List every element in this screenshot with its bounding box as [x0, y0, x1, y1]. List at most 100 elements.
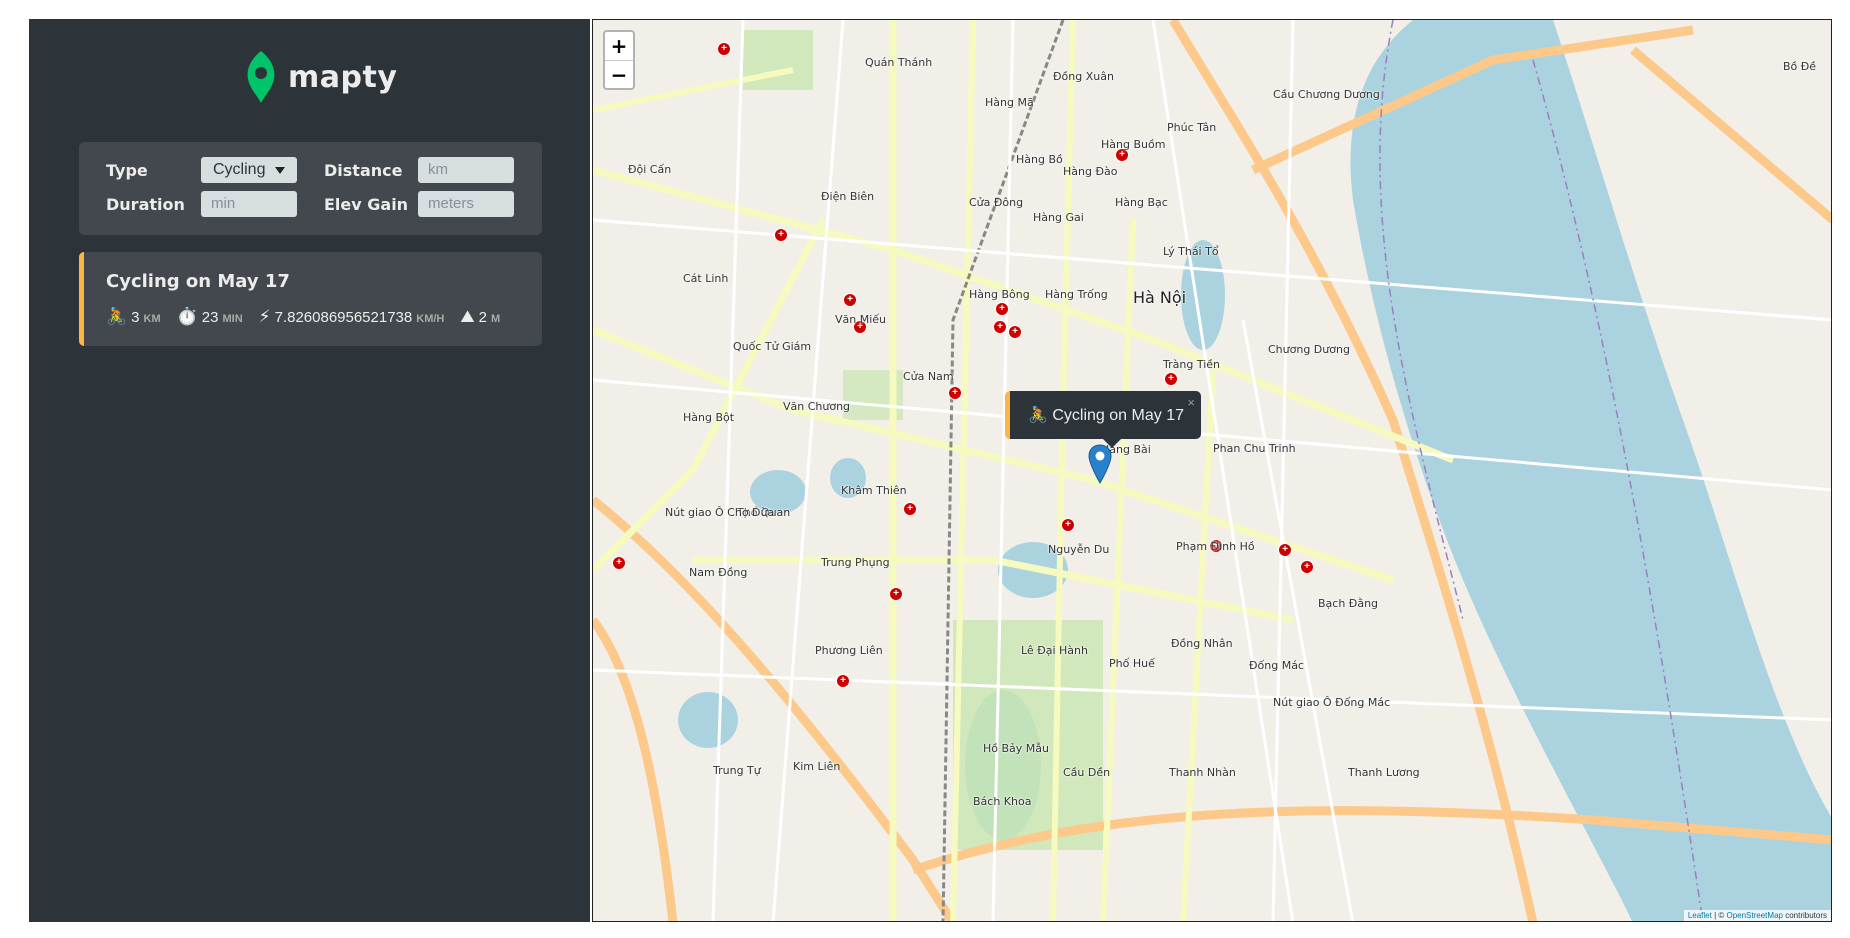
map-label: Phương Liên: [815, 644, 883, 657]
workout-popup[interactable]: 🚴 Cycling on May 17 ×: [1005, 391, 1201, 448]
distance-value: 3: [131, 309, 140, 326]
map-label: Hàng Trống: [1045, 288, 1108, 301]
hospital-icon: +: [1008, 325, 1022, 339]
hospital-icon: +: [1061, 518, 1075, 532]
type-label: Type: [106, 161, 148, 180]
map-label: Khâm Thiên: [841, 484, 907, 497]
hospital-icon: +: [889, 587, 903, 601]
app-root: mapty Type Cycling Distance km Duration …: [29, 19, 1832, 922]
map-label: Hàng Gai: [1033, 211, 1084, 224]
map-label: Nam Đồng: [689, 566, 748, 579]
map-label: Văn Miếu: [835, 313, 887, 326]
map-label: Thanh Nhàn: [1169, 766, 1236, 779]
map-label: Phạm Đình Hồ: [1176, 540, 1255, 553]
map-label: Trung Tự: [713, 764, 761, 777]
map-label: Hồ Bảy Mẫu: [983, 742, 1049, 755]
map-label: Bách Khoa: [973, 795, 1032, 808]
map-label: Trung Phụng: [821, 556, 890, 569]
duration-label: Duration: [106, 195, 185, 214]
attribution-tail: contributors: [1782, 911, 1827, 920]
map-tiles[interactable]: [593, 20, 1832, 922]
stopwatch-icon: ⏱️: [176, 307, 198, 326]
map-pin-logo-icon: [247, 51, 275, 103]
elev-gain-label: Elev Gain: [324, 195, 409, 214]
map-label: Hàng Mã: [985, 96, 1034, 109]
popup-text: 🚴 Cycling on May 17: [1028, 407, 1184, 424]
map-attribution: Leaflet | © OpenStreetMap contributors: [1683, 910, 1831, 921]
hospital-icon: +: [843, 293, 857, 307]
elev-unit: m: [490, 313, 501, 325]
map-label: Hàng Buồm: [1101, 138, 1166, 151]
map-label: Hàng Bông: [969, 288, 1030, 301]
hospital-icon: +: [1164, 372, 1178, 386]
hospital-icon: +: [995, 302, 1009, 316]
distance-input[interactable]: km: [418, 157, 514, 183]
map-label: Chương Dương: [1268, 343, 1350, 356]
map-label: Quốc Tử Giám: [733, 340, 812, 353]
map-label: Cửa Đông: [969, 196, 1024, 209]
map-label: Cầu Chương Dương: [1273, 88, 1380, 101]
workout-distance: 🚴 3 km: [106, 307, 161, 327]
map-label: Văn Chương: [783, 400, 851, 413]
workout-card[interactable]: Cycling on May 17 🚴 3 km ⏱️ 23 min ⚡ 7.8…: [79, 252, 542, 346]
map-label: Quán Thánh: [865, 56, 933, 69]
close-icon[interactable]: ×: [1187, 395, 1195, 410]
map-label: Lê Đại Hành: [1021, 644, 1088, 657]
speed-value: 7.826086956521738: [274, 309, 413, 326]
map-label: Cầu Dền: [1063, 766, 1111, 779]
map-label: Phúc Tân: [1167, 121, 1217, 134]
duration-input[interactable]: min: [201, 191, 297, 217]
sidebar: mapty Type Cycling Distance km Duration …: [29, 19, 590, 922]
distance-label: Distance: [324, 161, 403, 180]
elev-value: 2: [478, 309, 487, 326]
hospital-icon: +: [1300, 560, 1314, 574]
zoom-in-button[interactable]: +: [605, 32, 633, 60]
map-label: Kim Liên: [793, 760, 841, 773]
map-label: Lý Thái Tổ: [1163, 245, 1219, 258]
hospital-icon: +: [948, 386, 962, 400]
hospital-icon: +: [836, 674, 850, 688]
map-label: Đồng Nhân: [1171, 637, 1233, 650]
workout-details: 🚴 3 km ⏱️ 23 min ⚡ 7.826086956521738 km/…: [106, 307, 500, 327]
distance-unit: km: [143, 313, 161, 325]
zoom-control: + −: [603, 30, 635, 90]
speed-unit: km/h: [416, 313, 445, 325]
bicycle-icon: 🚴: [106, 307, 128, 326]
map-label: Bạch Đằng: [1318, 597, 1379, 610]
map-label: Thanh Lương: [1348, 766, 1420, 779]
map-label: Đội Cấn: [628, 163, 672, 176]
duration-unit: min: [222, 313, 243, 325]
type-select[interactable]: Cycling: [201, 157, 297, 183]
attribution-sep: | ©: [1711, 911, 1727, 920]
map-label: Hàng Bồ: [1016, 153, 1063, 166]
hospital-icon: +: [903, 502, 917, 516]
elev-gain-input[interactable]: meters: [418, 191, 514, 217]
map-label: Đồng Xuân: [1053, 70, 1114, 83]
osm-link[interactable]: OpenStreetMap: [1726, 911, 1782, 920]
map-label: Nguyễn Du: [1048, 543, 1110, 556]
map-label: Nút giao Ô Chợ Dừa: [665, 506, 775, 519]
duration-value: 23: [201, 309, 219, 326]
hospital-icon: +: [717, 42, 731, 56]
map-marker-icon[interactable]: [1088, 444, 1112, 484]
type-select-value: Cycling: [213, 161, 266, 178]
logo: mapty: [244, 49, 397, 105]
map[interactable]: + + + + + + + + + + + + + + + + + + Hà N…: [592, 19, 1832, 922]
chevron-down-icon: [275, 166, 285, 174]
hospital-icon: +: [1278, 543, 1292, 557]
map-label: Đống Mác: [1249, 659, 1304, 672]
workout-duration: ⏱️ 23 min: [177, 307, 243, 327]
logo-text: mapty: [288, 59, 398, 95]
map-label: Nút giao Ô Đống Mác: [1273, 696, 1391, 709]
workout-title: Cycling on May 17: [106, 271, 290, 292]
zoom-out-button[interactable]: −: [605, 60, 633, 88]
map-label: Hàng Đào: [1063, 165, 1118, 178]
hospital-icon: +: [993, 320, 1007, 334]
map-label: Hàng Bột: [683, 411, 735, 424]
workout-form: Type Cycling Distance km Duration min El…: [79, 142, 542, 235]
map-label: Hàng Bạc: [1115, 196, 1168, 209]
map-label: Cát Linh: [683, 272, 729, 285]
hospital-icon: +: [774, 228, 788, 242]
leaflet-link[interactable]: Leaflet: [1688, 911, 1712, 920]
map-label: Phan Chu Trinh: [1213, 442, 1296, 455]
